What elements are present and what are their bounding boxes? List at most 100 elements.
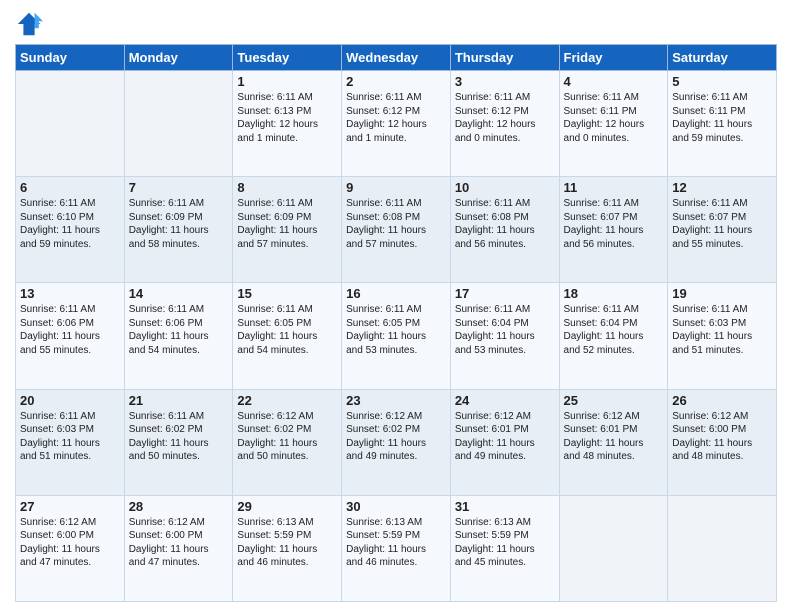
day-number: 10: [455, 180, 555, 195]
calendar-cell: 26 Sunrise: 6:12 AM Sunset: 6:00 PM Dayli…: [668, 389, 777, 495]
cell-sunrise-info: Sunrise: 6:11 AM Sunset: 6:09 PM Dayligh…: [237, 197, 337, 251]
calendar-cell: 20 Sunrise: 6:11 AM Sunset: 6:03 PM Dayli…: [16, 389, 125, 495]
cell-sunrise-info: Sunrise: 6:11 AM Sunset: 6:03 PM Dayligh…: [672, 303, 772, 357]
day-number: 3: [455, 74, 555, 89]
cell-sunrise-info: Sunrise: 6:13 AM Sunset: 5:59 PM Dayligh…: [237, 516, 337, 570]
day-number: 8: [237, 180, 337, 195]
cell-sunrise-info: Sunrise: 6:11 AM Sunset: 6:07 PM Dayligh…: [564, 197, 664, 251]
cell-sunrise-info: Sunrise: 6:13 AM Sunset: 5:59 PM Dayligh…: [455, 516, 555, 570]
day-number: 7: [129, 180, 229, 195]
cell-sunrise-info: Sunrise: 6:11 AM Sunset: 6:13 PM Dayligh…: [237, 91, 337, 145]
cell-sunrise-info: Sunrise: 6:11 AM Sunset: 6:04 PM Dayligh…: [455, 303, 555, 357]
calendar-cell: [559, 495, 668, 601]
day-number: 28: [129, 499, 229, 514]
cell-sunrise-info: Sunrise: 6:11 AM Sunset: 6:12 PM Dayligh…: [346, 91, 446, 145]
day-number: 14: [129, 286, 229, 301]
calendar-cell: [124, 71, 233, 177]
day-number: 19: [672, 286, 772, 301]
calendar-table: SundayMondayTuesdayWednesdayThursdayFrid…: [15, 44, 777, 602]
day-number: 5: [672, 74, 772, 89]
cell-sunrise-info: Sunrise: 6:11 AM Sunset: 6:06 PM Dayligh…: [20, 303, 120, 357]
calendar-cell: 1 Sunrise: 6:11 AM Sunset: 6:13 PM Daylig…: [233, 71, 342, 177]
calendar-cell: 27 Sunrise: 6:12 AM Sunset: 6:00 PM Dayli…: [16, 495, 125, 601]
day-number: 11: [564, 180, 664, 195]
calendar-cell: 9 Sunrise: 6:11 AM Sunset: 6:08 PM Daylig…: [342, 177, 451, 283]
cell-sunrise-info: Sunrise: 6:11 AM Sunset: 6:02 PM Dayligh…: [129, 410, 229, 464]
weekday-thursday: Thursday: [450, 45, 559, 71]
cell-sunrise-info: Sunrise: 6:11 AM Sunset: 6:03 PM Dayligh…: [20, 410, 120, 464]
calendar-cell: 6Sunrise: 6:11 AM Sunset: 6:10 PM Daylig…: [16, 177, 125, 283]
cell-sunrise-info: Sunrise: 6:12 AM Sunset: 6:00 PM Dayligh…: [20, 516, 120, 570]
calendar-cell: 13 Sunrise: 6:11 AM Sunset: 6:06 PM Dayli…: [16, 283, 125, 389]
cell-sunrise-info: Sunrise: 6:12 AM Sunset: 6:02 PM Dayligh…: [346, 410, 446, 464]
weekday-friday: Friday: [559, 45, 668, 71]
calendar-cell: 22 Sunrise: 6:12 AM Sunset: 6:02 PM Dayli…: [233, 389, 342, 495]
weekday-monday: Monday: [124, 45, 233, 71]
day-number: 22: [237, 393, 337, 408]
header: [15, 10, 777, 38]
logo: [15, 10, 47, 38]
cell-sunrise-info: Sunrise: 6:11 AM Sunset: 6:09 PM Dayligh…: [129, 197, 229, 251]
cell-sunrise-info: Sunrise: 6:12 AM Sunset: 6:01 PM Dayligh…: [564, 410, 664, 464]
calendar-cell: 10 Sunrise: 6:11 AM Sunset: 6:08 PM Dayli…: [450, 177, 559, 283]
day-number: 13: [20, 286, 120, 301]
calendar-cell: [16, 71, 125, 177]
cell-sunrise-info: Sunrise: 6:12 AM Sunset: 6:00 PM Dayligh…: [672, 410, 772, 464]
cell-sunrise-info: Sunrise: 6:11 AM Sunset: 6:10 PM Dayligh…: [20, 197, 120, 251]
calendar-cell: 14 Sunrise: 6:11 AM Sunset: 6:06 PM Dayli…: [124, 283, 233, 389]
calendar-cell: 30 Sunrise: 6:13 AM Sunset: 5:59 PM Dayli…: [342, 495, 451, 601]
day-number: 2: [346, 74, 446, 89]
calendar-cell: [668, 495, 777, 601]
calendar-cell: 29 Sunrise: 6:13 AM Sunset: 5:59 PM Dayli…: [233, 495, 342, 601]
calendar-cell: 15 Sunrise: 6:11 AM Sunset: 6:05 PM Dayli…: [233, 283, 342, 389]
day-number: 23: [346, 393, 446, 408]
calendar-cell: 31 Sunrise: 6:13 AM Sunset: 5:59 PM Dayli…: [450, 495, 559, 601]
week-row-3: 20 Sunrise: 6:11 AM Sunset: 6:03 PM Dayli…: [16, 389, 777, 495]
calendar-cell: 3Sunrise: 6:11 AM Sunset: 6:12 PM Daylig…: [450, 71, 559, 177]
week-row-2: 13 Sunrise: 6:11 AM Sunset: 6:06 PM Dayli…: [16, 283, 777, 389]
calendar-cell: 11 Sunrise: 6:11 AM Sunset: 6:07 PM Dayli…: [559, 177, 668, 283]
cell-sunrise-info: Sunrise: 6:11 AM Sunset: 6:05 PM Dayligh…: [237, 303, 337, 357]
calendar-cell: 5 Sunrise: 6:11 AM Sunset: 6:11 PM Daylig…: [668, 71, 777, 177]
day-number: 21: [129, 393, 229, 408]
calendar-cell: 25 Sunrise: 6:12 AM Sunset: 6:01 PM Dayli…: [559, 389, 668, 495]
calendar-cell: 16 Sunrise: 6:11 AM Sunset: 6:05 PM Dayli…: [342, 283, 451, 389]
weekday-saturday: Saturday: [668, 45, 777, 71]
weekday-wednesday: Wednesday: [342, 45, 451, 71]
cell-sunrise-info: Sunrise: 6:11 AM Sunset: 6:06 PM Dayligh…: [129, 303, 229, 357]
calendar-cell: 7 Sunrise: 6:11 AM Sunset: 6:09 PM Daylig…: [124, 177, 233, 283]
cell-sunrise-info: Sunrise: 6:11 AM Sunset: 6:11 PM Dayligh…: [672, 91, 772, 145]
day-number: 15: [237, 286, 337, 301]
day-number: 29: [237, 499, 337, 514]
calendar-cell: 2 Sunrise: 6:11 AM Sunset: 6:12 PM Daylig…: [342, 71, 451, 177]
calendar-cell: 23 Sunrise: 6:12 AM Sunset: 6:02 PM Dayli…: [342, 389, 451, 495]
day-number: 1: [237, 74, 337, 89]
weekday-tuesday: Tuesday: [233, 45, 342, 71]
calendar-cell: 12Sunrise: 6:11 AM Sunset: 6:07 PM Dayli…: [668, 177, 777, 283]
cell-sunrise-info: Sunrise: 6:13 AM Sunset: 5:59 PM Dayligh…: [346, 516, 446, 570]
week-row-0: 1 Sunrise: 6:11 AM Sunset: 6:13 PM Daylig…: [16, 71, 777, 177]
weekday-header-row: SundayMondayTuesdayWednesdayThursdayFrid…: [16, 45, 777, 71]
calendar-cell: 21 Sunrise: 6:11 AM Sunset: 6:02 PM Dayli…: [124, 389, 233, 495]
day-number: 20: [20, 393, 120, 408]
calendar-cell: 8 Sunrise: 6:11 AM Sunset: 6:09 PM Daylig…: [233, 177, 342, 283]
day-number: 9: [346, 180, 446, 195]
day-number: 31: [455, 499, 555, 514]
cell-sunrise-info: Sunrise: 6:11 AM Sunset: 6:08 PM Dayligh…: [346, 197, 446, 251]
day-number: 30: [346, 499, 446, 514]
cell-sunrise-info: Sunrise: 6:11 AM Sunset: 6:07 PM Dayligh…: [672, 197, 772, 251]
week-row-1: 6Sunrise: 6:11 AM Sunset: 6:10 PM Daylig…: [16, 177, 777, 283]
day-number: 27: [20, 499, 120, 514]
logo-icon: [15, 10, 43, 38]
week-row-4: 27 Sunrise: 6:12 AM Sunset: 6:00 PM Dayli…: [16, 495, 777, 601]
weekday-sunday: Sunday: [16, 45, 125, 71]
cell-sunrise-info: Sunrise: 6:11 AM Sunset: 6:04 PM Dayligh…: [564, 303, 664, 357]
day-number: 16: [346, 286, 446, 301]
day-number: 4: [564, 74, 664, 89]
cell-sunrise-info: Sunrise: 6:12 AM Sunset: 6:02 PM Dayligh…: [237, 410, 337, 464]
cell-sunrise-info: Sunrise: 6:11 AM Sunset: 6:08 PM Dayligh…: [455, 197, 555, 251]
day-number: 25: [564, 393, 664, 408]
day-number: 26: [672, 393, 772, 408]
cell-sunrise-info: Sunrise: 6:12 AM Sunset: 6:00 PM Dayligh…: [129, 516, 229, 570]
cell-sunrise-info: Sunrise: 6:11 AM Sunset: 6:05 PM Dayligh…: [346, 303, 446, 357]
